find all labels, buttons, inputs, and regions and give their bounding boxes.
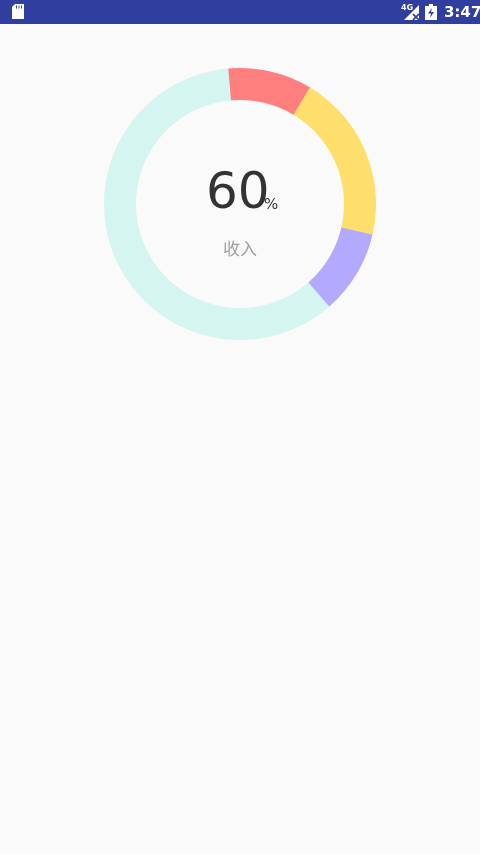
sd-card-icon bbox=[12, 4, 24, 19]
battery-charging-icon bbox=[425, 4, 437, 20]
center-unit: % bbox=[264, 195, 279, 213]
chart-area: 60 % 收入 bbox=[0, 24, 480, 854]
signal-icon bbox=[404, 5, 419, 20]
status-bar: 4G 3:47 bbox=[0, 0, 480, 24]
donut-slice-1 bbox=[228, 68, 311, 115]
donut-slice-2 bbox=[293, 87, 376, 235]
status-time: 3:47 bbox=[444, 3, 480, 21]
center-label: 收入 bbox=[223, 240, 257, 260]
center-value: 60 bbox=[206, 162, 270, 220]
